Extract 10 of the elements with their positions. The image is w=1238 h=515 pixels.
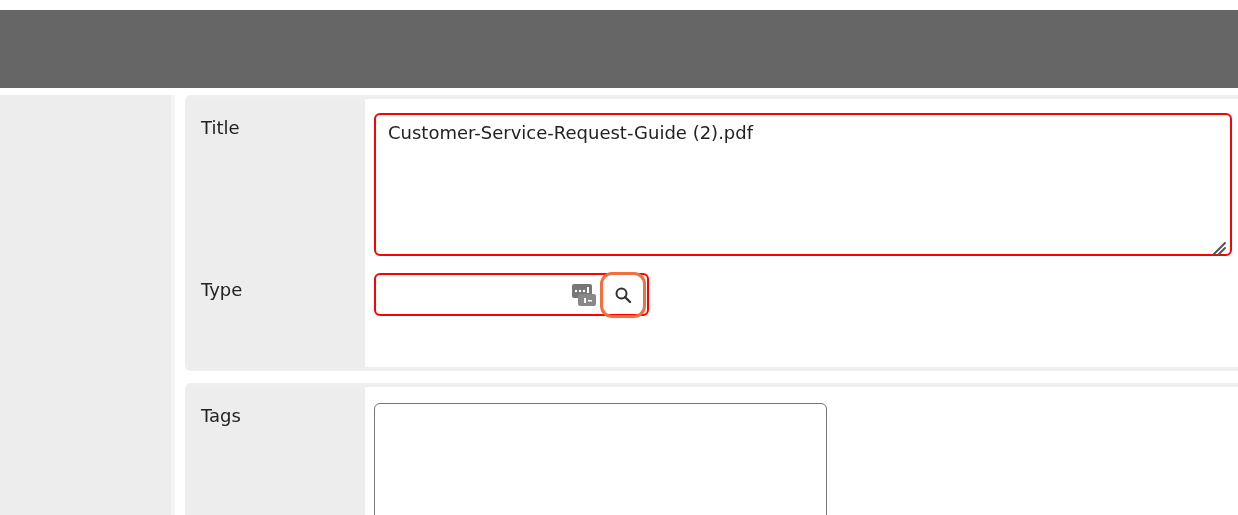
field-label: Tags [201,405,241,426]
title-field[interactable]: Customer-Service-Request-Guide (2).pdf [374,113,1232,256]
keypad-icon [572,281,596,308]
tags-field[interactable] [374,403,827,515]
field-label: Title [201,117,240,138]
resize-handle-icon[interactable] [1212,241,1226,255]
search-icon [614,285,632,304]
search-button[interactable] [600,271,646,318]
field-label: Type [201,279,243,300]
type-field[interactable] [374,273,649,316]
